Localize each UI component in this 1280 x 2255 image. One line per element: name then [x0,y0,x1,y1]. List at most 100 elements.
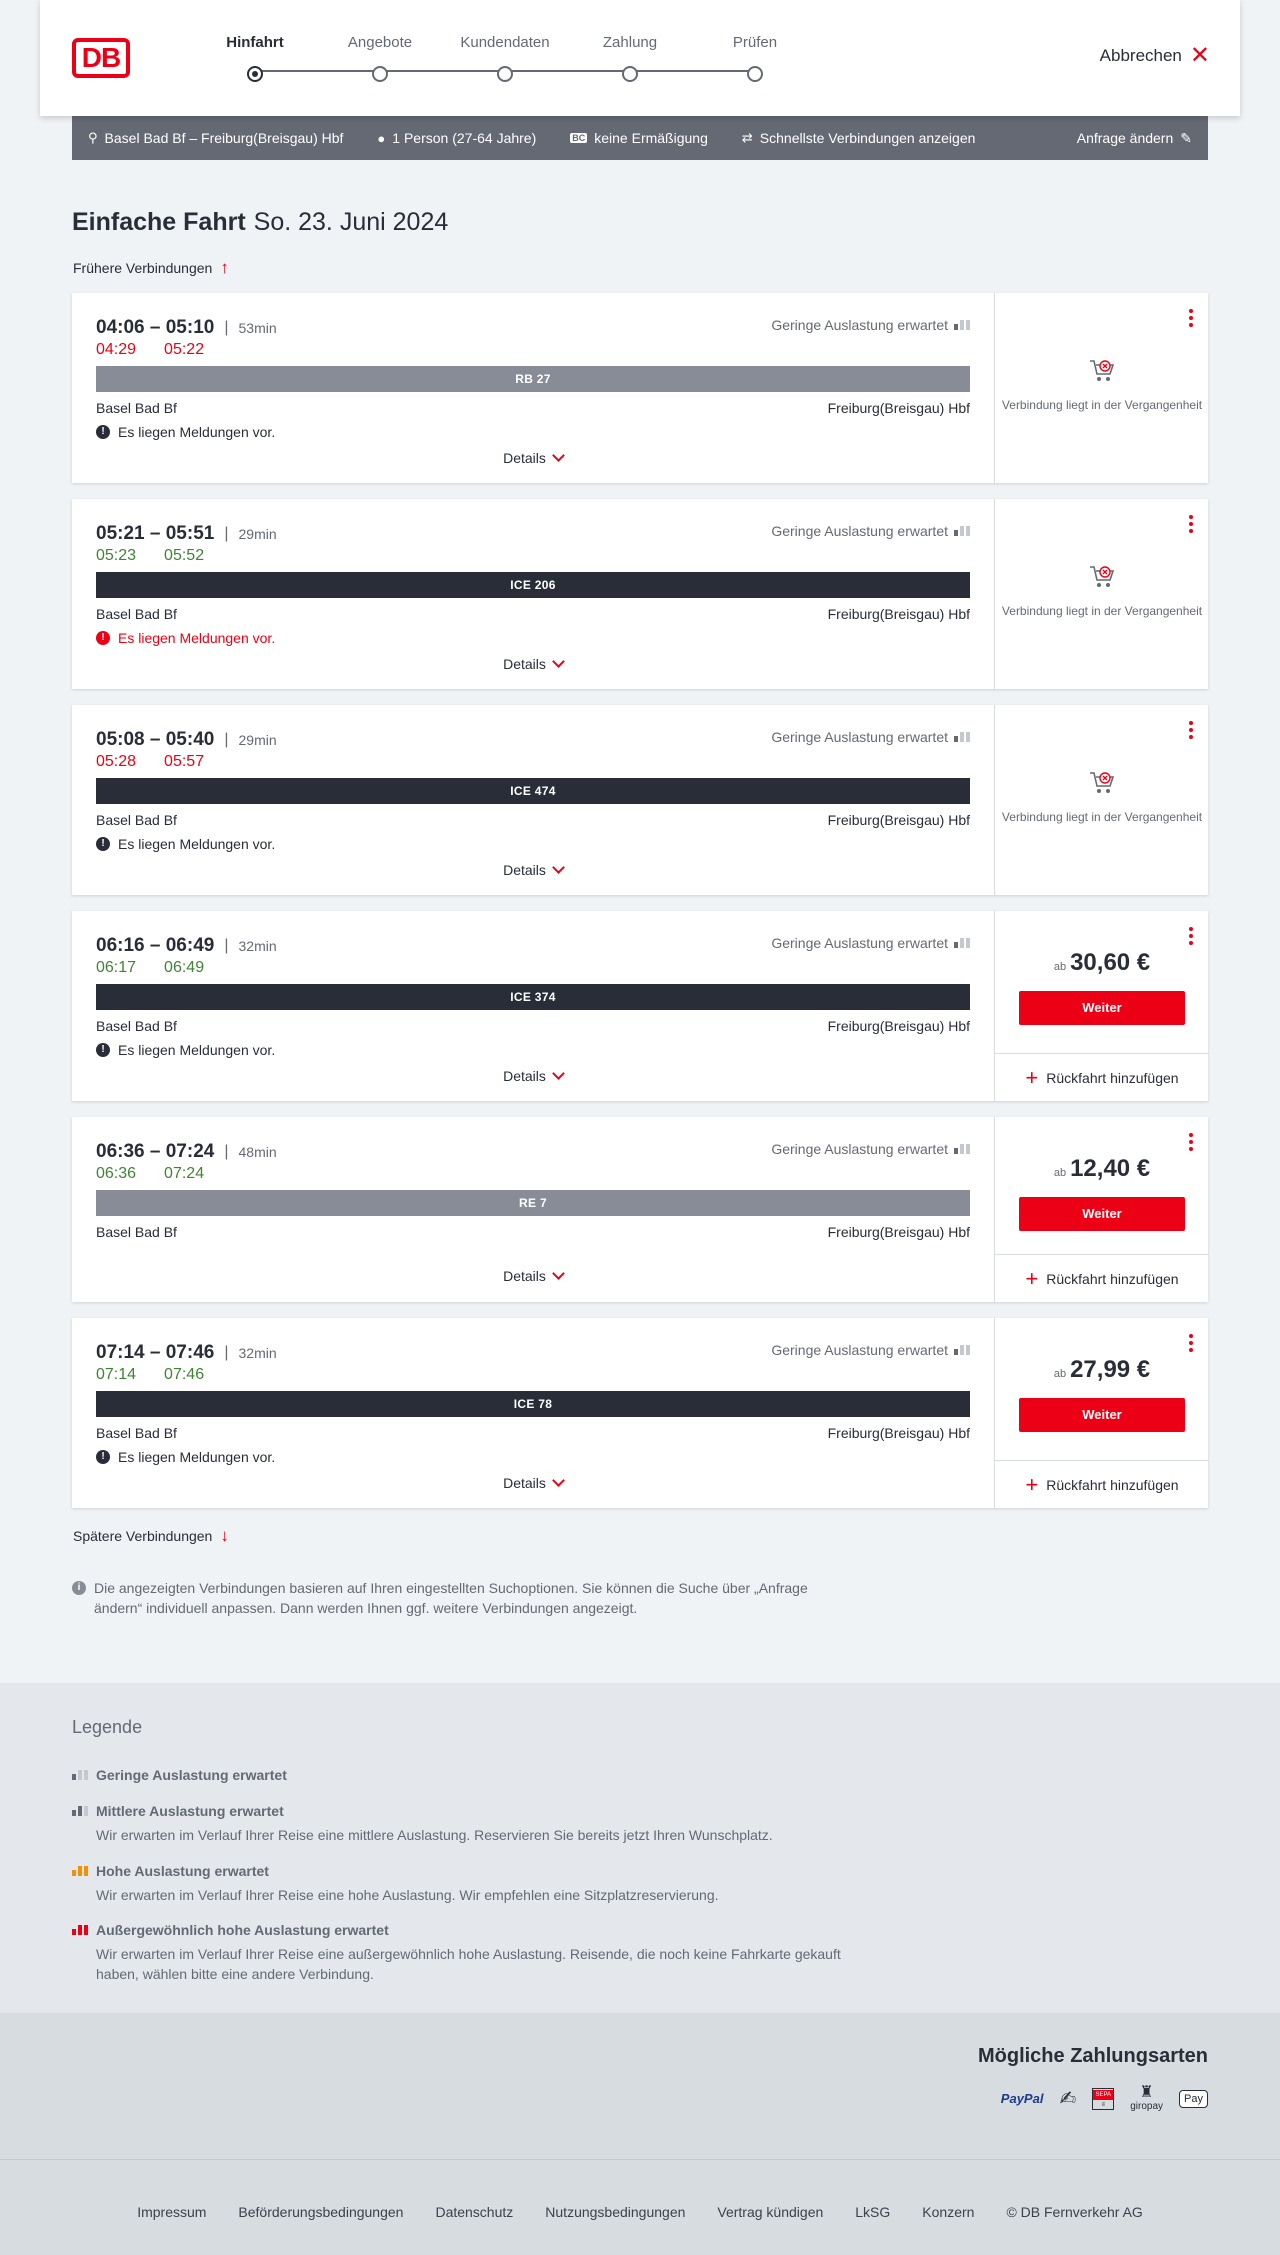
details-label: Details [503,1268,546,1284]
page-title: Einfache Fahrt So. 23. Juni 2024 [72,208,448,237]
realtime-departure: 06:17 [96,959,137,976]
past-connection-text: Verbindung liegt in der Vergangenheit [1001,604,1203,618]
price-display: ab 12,40 € [995,1155,1209,1183]
change-request-button[interactable]: Anfrage ändern ✎ [1077,130,1192,147]
realtime-times: 06:36 07:24 [96,1165,204,1183]
paypal-icon: PayPal [1000,2091,1044,2106]
realtime-arrival: 05:22 [164,341,205,358]
footer-link[interactable]: Vertrag kündigen [717,2204,823,2220]
train-bar[interactable]: ICE 78 [96,1391,970,1417]
footer-link[interactable]: Nutzungsbedingungen [545,2204,685,2220]
pencil-icon: ✎ [1180,129,1192,146]
train-bar[interactable]: RB 27 [96,366,970,392]
more-options-icon[interactable] [1188,515,1194,533]
arrival-time: 07:24 [165,1141,215,1162]
origin-station: Basel Bad Bf [96,400,177,416]
add-return-trip-button[interactable]: + Rückfahrt hinzufügen [995,1460,1209,1508]
arrival-time: 06:49 [165,935,215,956]
chevron-down-icon [552,655,565,668]
notice-message: ! Es liegen Meldungen vor. [96,424,275,440]
details-toggle[interactable]: Details [72,1474,994,1491]
legend-description: Wir erwarten im Verlauf Ihrer Reise eine… [96,1946,841,1982]
alert-icon: ! [96,837,110,851]
footer-link[interactable]: Konzern [922,2204,974,2220]
details-toggle[interactable]: Details [72,449,994,466]
occupancy-indicator: Geringe Auslastung erwartet [771,523,970,539]
realtime-times: 07:14 07:46 [96,1366,204,1384]
destination-station: Freiburg(Breisgau) Hbf [827,1018,970,1034]
details-label: Details [503,862,546,878]
destination-station: Freiburg(Breisgau) Hbf [827,606,970,622]
occupancy-low-icon [954,1144,970,1154]
train-bar[interactable]: ICE 206 [96,572,970,598]
continue-button[interactable]: Weiter [1019,1197,1185,1231]
details-label: Details [503,450,546,466]
footer-link[interactable]: © DB Fernverkehr AG [1006,2204,1142,2220]
footer-link[interactable]: Impressum [137,2204,206,2220]
step-label: Hinfahrt [226,34,284,51]
location-pin-icon: ⚲ [88,130,98,145]
departure-time: 06:16 [96,935,145,956]
footer-link[interactable]: Datenschutz [435,2204,513,2220]
persons-text: 1 Person (27-64 Jahre) [392,130,537,146]
occupancy-low-icon [954,732,970,742]
occupancy-level-icon [72,1806,88,1816]
more-options-icon[interactable] [1188,721,1194,739]
realtime-arrival: 07:46 [164,1366,205,1383]
occupancy-low-icon [954,938,970,948]
connection-main: 07:14 – 07:46 | 32min 07:14 07:46 Geringe A… [72,1318,994,1508]
connection-offer: ab 30,60 € Weiter + Rückfahrt hinzufügen [994,911,1209,1101]
cancel-button[interactable]: Abbrechen ✕ [1100,44,1210,68]
add-return-trip-button[interactable]: + Rückfahrt hinzufügen [995,1254,1209,1302]
planned-times: 06:16 – 06:49 | 32min [96,935,277,957]
connection-card: 07:14 – 07:46 | 32min 07:14 07:46 Geringe A… [72,1318,1209,1508]
connection-offer: Verbindung liegt in der Vergangenheit [994,705,1208,895]
db-logo[interactable]: DB [72,38,130,78]
payment-methods: PayPal ✍ SEPA ≡ ♜ giropay Pay [1001,2085,1208,2112]
duration: 32min [238,1345,277,1361]
legend-item-title: Außergewöhnlich hohe Auslastung erwartet [72,1922,872,1938]
fastest-toggle[interactable]: ⇄ Schnellste Verbindungen anzeigen [742,130,976,146]
add-return-trip-button[interactable]: + Rückfahrt hinzufügen [995,1053,1209,1101]
details-toggle[interactable]: Details [72,861,994,878]
step-hinfahrt[interactable]: Hinfahrt [210,34,300,82]
realtime-departure: 05:28 [96,753,137,770]
arrow-up-icon: ↑ [220,258,229,277]
later-connections-link[interactable]: Spätere Verbindungen ↓ [73,1526,229,1546]
realtime-times: 05:23 05:52 [96,547,204,565]
more-options-icon[interactable] [1188,927,1194,945]
train-bar[interactable]: RE 7 [96,1190,970,1216]
planned-times: 07:14 – 07:46 | 32min [96,1342,277,1364]
more-options-icon[interactable] [1188,1133,1194,1151]
destination-station: Freiburg(Breisgau) Hbf [827,400,970,416]
origin-station: Basel Bad Bf [96,1018,177,1034]
earlier-connections-link[interactable]: Frühere Verbindungen ↑ [73,258,229,278]
price-value: 12,40 € [1070,1155,1151,1182]
footer-link[interactable]: Beförderungsbedingungen [238,2204,403,2220]
more-options-icon[interactable] [1188,309,1194,327]
details-toggle[interactable]: Details [72,1067,994,1084]
route-text: Basel Bad Bf – Freiburg(Breisgau) Hbf [104,130,344,146]
planned-times: 06:36 – 07:24 | 48min [96,1141,277,1163]
notice-text: Es liegen Meldungen vor. [118,630,276,646]
legend-section: Legende Geringe Auslastung erwartet Mittl… [0,1683,1280,2013]
price-value: 27,99 € [1070,1356,1151,1383]
legend-item: Außergewöhnlich hohe Auslastung erwartet… [72,1922,872,1984]
past-connection-note: Verbindung liegt in der Vergangenheit [995,355,1209,413]
train-bar[interactable]: ICE 374 [96,984,970,1010]
details-toggle[interactable]: Details [72,655,994,672]
occupancy-low-icon [954,1345,970,1355]
arrival-time: 05:51 [165,523,215,544]
train-bar[interactable]: ICE 474 [96,778,970,804]
step-label: Kundendaten [460,34,550,51]
connection-offer: Verbindung liegt in der Vergangenheit [994,293,1208,483]
continue-button[interactable]: Weiter [1019,1398,1185,1432]
connection-main: 06:36 – 07:24 | 48min 06:36 07:24 Geringe A… [72,1117,994,1302]
past-connection-text: Verbindung liegt in der Vergangenheit [1001,810,1203,824]
step-zahlung: Zahlung [585,34,675,82]
continue-button[interactable]: Weiter [1019,991,1185,1025]
details-toggle[interactable]: Details [72,1267,994,1284]
more-options-icon[interactable] [1188,1334,1194,1352]
persons-summary: ● 1 Person (27-64 Jahre) [377,130,536,146]
footer-link[interactable]: LkSG [855,2204,890,2220]
